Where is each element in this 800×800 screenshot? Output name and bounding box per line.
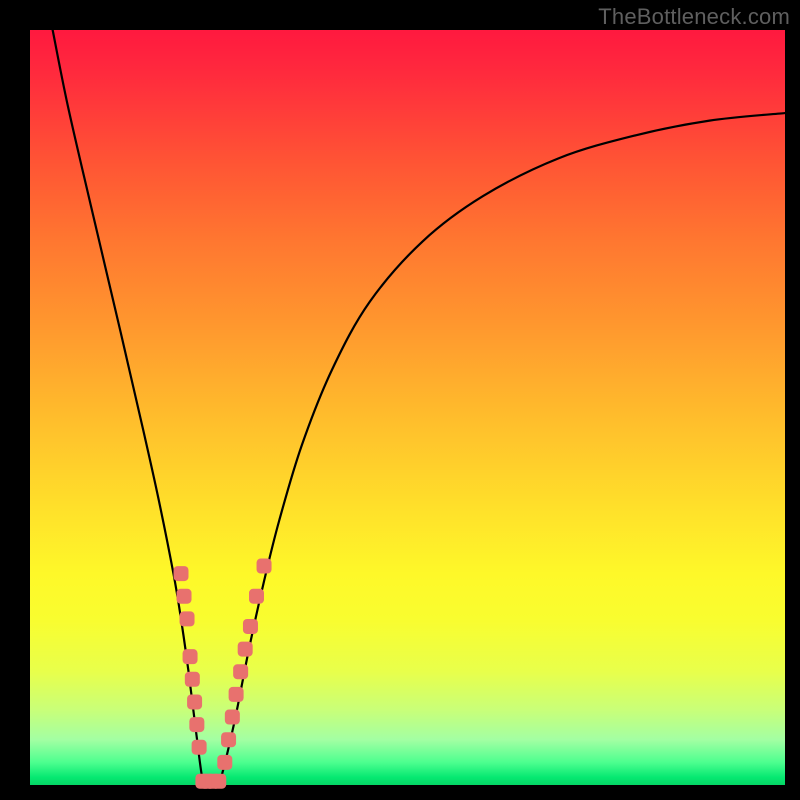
curve-marker xyxy=(187,694,202,709)
curve-marker xyxy=(233,664,248,679)
curve-marker xyxy=(211,774,226,789)
marker-layer xyxy=(174,559,272,789)
chart-svg xyxy=(30,30,785,785)
bottleneck-curve xyxy=(53,30,785,789)
watermark-text: TheBottleneck.com xyxy=(598,4,790,30)
curve-marker xyxy=(183,649,198,664)
curve-marker xyxy=(185,672,200,687)
curve-marker xyxy=(243,619,258,634)
curve-marker xyxy=(249,589,264,604)
curve-marker xyxy=(217,755,232,770)
curve-marker xyxy=(177,589,192,604)
curve-marker xyxy=(189,717,204,732)
curve-marker xyxy=(229,687,244,702)
curve-marker xyxy=(238,642,253,657)
curve-layer xyxy=(53,30,785,789)
curve-marker xyxy=(257,559,272,574)
curve-marker xyxy=(225,710,240,725)
curve-marker xyxy=(192,740,207,755)
curve-marker xyxy=(180,611,195,626)
curve-marker xyxy=(221,732,236,747)
chart-frame: TheBottleneck.com xyxy=(0,0,800,800)
plot-area xyxy=(30,30,785,785)
curve-marker xyxy=(174,566,189,581)
